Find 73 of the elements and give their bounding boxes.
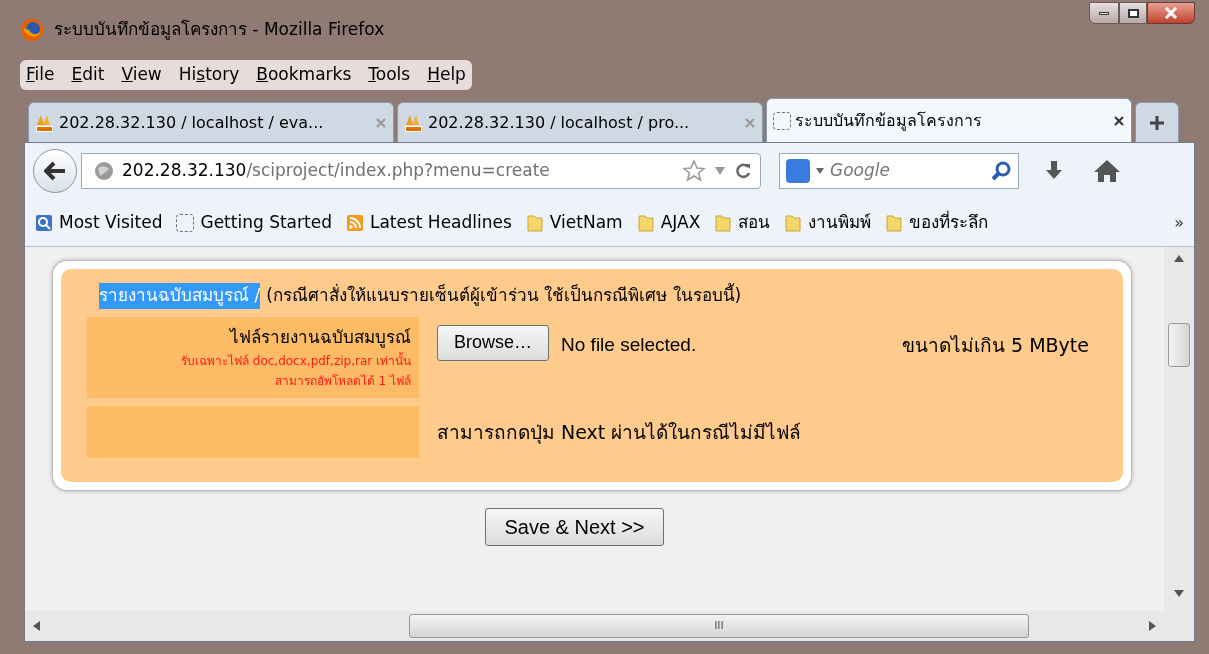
reload-icon[interactable]	[734, 162, 752, 180]
file-status: No file selected.	[561, 332, 697, 357]
blank-page-icon	[176, 213, 195, 232]
bookmark-item[interactable]: ของที่ระลึก	[885, 209, 989, 236]
back-arrow-icon	[44, 161, 66, 181]
star-icon[interactable]	[682, 159, 706, 183]
skip-note: สามารถกดปุ่ม Next ผ่านได้ในกรณีไม่มีไฟล์	[437, 419, 802, 446]
page-icon	[35, 213, 53, 232]
globe-icon	[94, 161, 114, 181]
vertical-scrollbar[interactable]	[1164, 247, 1194, 641]
google-logo-icon	[786, 159, 810, 183]
browser-tab[interactable]: 202.28.32.130 / localhost / pro...	[397, 102, 763, 142]
menu-item[interactable]: Tools	[368, 62, 411, 88]
blank-page-icon	[773, 111, 791, 130]
menu-item[interactable]: Help	[427, 62, 466, 88]
bookmark-item[interactable]: Latest Headlines	[345, 209, 512, 236]
section-heading: รายงานฉบับสมบูรณ์ /	[99, 283, 261, 309]
menu-item[interactable]: Edit	[71, 62, 105, 88]
folder-icon	[885, 212, 904, 233]
heading-note: (กรณีศาสั่งให้แนบรายเซ็นต์ผู้เข้าร่วน ใช้เป็นกรณีพิเศษ ในรอบนี้)	[266, 283, 742, 308]
search-icon[interactable]	[990, 160, 1012, 182]
address-bar[interactable]: 202.28.32.130/sciproject/index.php?menu=create	[81, 153, 761, 189]
firefox-logo-icon	[20, 18, 44, 42]
window-title: ระบบบันทึกข้อมูลโครงการ - Mozilla Firefox	[54, 18, 385, 42]
back-button[interactable]	[33, 149, 77, 193]
home-icon[interactable]	[1093, 158, 1121, 184]
file-label: ไฟล์รายงานฉบับสมบูรณ์	[230, 325, 411, 350]
menu-item[interactable]: File	[26, 62, 55, 88]
close-icon	[1164, 7, 1178, 19]
close-icon[interactable]	[1113, 114, 1125, 127]
new-tab-button[interactable]	[1135, 102, 1179, 142]
upload-hint: สามารถอัพโหลดได้ 1 ไฟล์	[274, 373, 411, 390]
minimize-button[interactable]	[1089, 2, 1119, 24]
search-input[interactable]: Google	[830, 158, 984, 184]
bookmark-item[interactable]: AJAX	[636, 209, 701, 236]
tab-title: ระบบบันทึกข้อมูลโครงการ	[795, 109, 982, 133]
scroll-thumb[interactable]	[1168, 323, 1190, 367]
bookmark-item[interactable]: VietNam	[525, 209, 623, 236]
right-arrow-icon[interactable]	[1148, 621, 1156, 631]
down-arrow-icon[interactable]	[1174, 589, 1184, 597]
grip-text: III	[714, 617, 724, 634]
close-button[interactable]	[1147, 2, 1195, 24]
url-text: 202.28.32.130/sciproject/index.php?menu=create	[122, 159, 550, 183]
folder-icon	[636, 212, 655, 233]
dropdown-icon[interactable]	[816, 168, 824, 174]
save-next-button[interactable]: Save & Next >>	[485, 508, 664, 546]
rss-feed-icon	[345, 213, 364, 232]
size-note: ขนาดไม่เกิน 5 MByte	[902, 332, 1089, 358]
upload-hint: รับเฉพาะไฟล์ doc,docx,pdf,zip,rar เท่านั้น	[180, 352, 411, 370]
folder-icon	[784, 212, 803, 233]
browser-tab[interactable]: ระบบบันทึกข้อมูลโครงการ	[766, 98, 1132, 142]
up-arrow-icon[interactable]	[1174, 255, 1184, 263]
tab-title: 202.28.32.130 / localhost / eva...	[59, 111, 324, 134]
folder-icon	[525, 212, 544, 233]
dropdown-icon[interactable]	[714, 166, 726, 176]
plus-icon	[1149, 114, 1165, 131]
bookmark-item[interactable]: Most Visited	[35, 209, 163, 236]
scroll-thumb[interactable]: III	[409, 614, 1029, 638]
maximize-button[interactable]	[1119, 2, 1147, 24]
search-bar[interactable]: Google	[779, 153, 1019, 189]
bookmark-item[interactable]: สอน	[714, 209, 771, 236]
menu-item[interactable]: Bookmarks	[256, 62, 352, 88]
left-arrow-icon[interactable]	[33, 621, 41, 631]
horizontal-scrollbar[interactable]: III	[25, 611, 1164, 641]
bookmark-item[interactable]: Getting Started	[176, 209, 332, 236]
overflow-chevron[interactable]: »	[1174, 210, 1184, 235]
bookmark-item[interactable]: งานพิมพ์	[784, 209, 872, 236]
menu-item[interactable]: History	[178, 62, 240, 88]
browse-button[interactable]: Browse…	[437, 324, 550, 361]
browser-tab[interactable]: 202.28.32.130 / localhost / eva...	[28, 102, 394, 142]
folder-icon	[714, 212, 733, 233]
menu-item[interactable]: View	[121, 62, 162, 88]
tab-title: 202.28.32.130 / localhost / pro...	[428, 111, 690, 134]
